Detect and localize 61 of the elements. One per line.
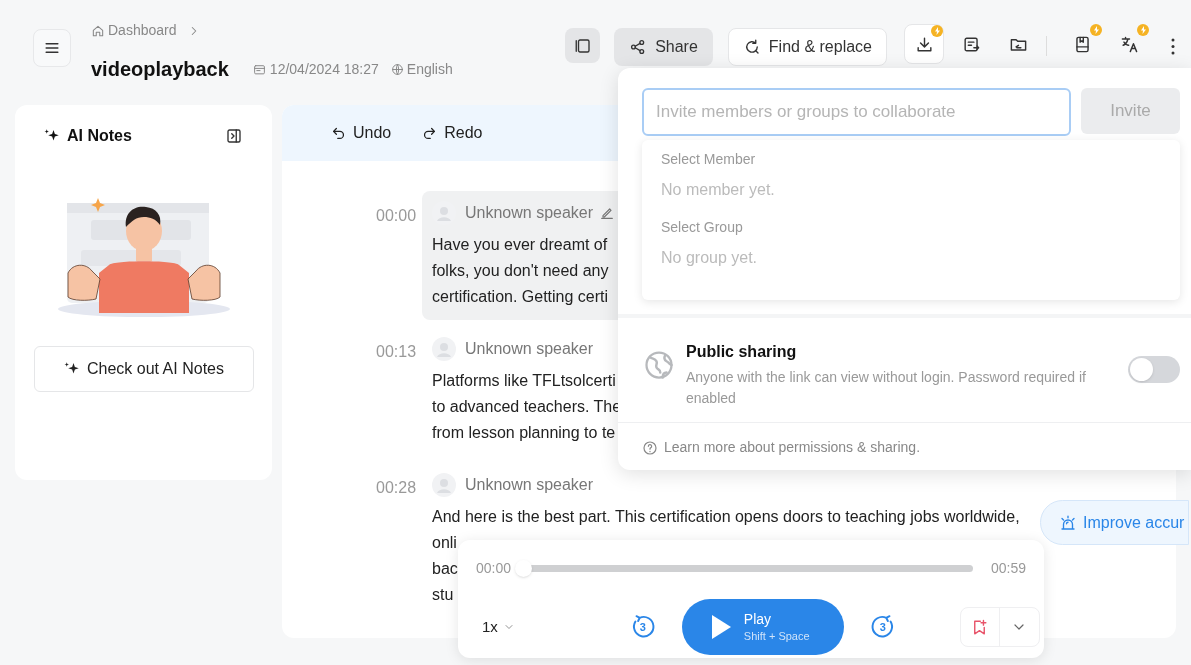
section-heading: Select Member (660, 150, 757, 169)
download-button[interactable] (904, 24, 944, 64)
more-icon (1171, 37, 1175, 55)
progress-thumb[interactable] (515, 560, 533, 577)
home-icon (91, 23, 105, 38)
panel-icon (573, 36, 592, 55)
panel-toggle-button[interactable] (565, 28, 601, 63)
improve-accuracy-button[interactable]: Improve accur (1040, 500, 1190, 545)
date-text: 12/04/2024 18:27 (269, 59, 379, 79)
menu-button[interactable] (33, 29, 71, 67)
current-time: 00:00 (476, 559, 512, 578)
transcript-line: bac (432, 559, 458, 579)
play-button[interactable]: Play Shift + Space (681, 599, 844, 655)
collapse-panel-icon (225, 127, 243, 145)
download-icon (914, 34, 934, 54)
speed-dropdown[interactable]: 1x (482, 615, 515, 639)
total-time: 00:59 (990, 559, 1026, 578)
rewind-button[interactable]: 3 (629, 614, 656, 640)
transcript-line: onli (432, 533, 457, 553)
avatar-icon (432, 337, 456, 361)
transcript-line: from lesson planning to te (432, 423, 616, 443)
play-icon (709, 614, 732, 640)
breadcrumb-link[interactable]: Dashboard (91, 20, 177, 41)
help-link[interactable]: Learn more about permissions & sharing. (642, 437, 921, 458)
help-icon (642, 439, 658, 456)
description-text: Anyone with the link can view without login. Password required if enabled (686, 368, 1087, 408)
transcript-line: And here is the best part. This certification opens doors to teaching jobs worldwide, (432, 507, 1020, 527)
find-replace-button[interactable]: Find & replace (727, 28, 887, 66)
translate-icon (1119, 34, 1139, 54)
calendar-icon (252, 62, 266, 76)
language-text: English (406, 59, 453, 79)
timestamp: 00:28 (376, 478, 418, 498)
section-title: Public sharing (686, 342, 798, 362)
transcript-line: certification. Getting certi (432, 287, 609, 307)
timestamp: 00:00 (376, 206, 418, 226)
alarm-icon (1059, 513, 1077, 532)
transcript-line: Platforms like TFLtsolcerti (432, 371, 616, 391)
speaker-name[interactable]: Unknown speaker (465, 337, 594, 361)
panel-title: AI Notes (67, 126, 132, 146)
pencil-icon (599, 205, 616, 221)
avatar-icon (432, 473, 456, 497)
speaker-name[interactable]: Unknown speaker (465, 473, 594, 497)
globe-icon (644, 350, 674, 380)
check-out-ai-notes-button[interactable]: Check out AI Notes (33, 346, 254, 392)
collapse-panel-button[interactable] (224, 126, 244, 146)
transcript-line: folks, you don't need any (432, 261, 609, 281)
transcript-export-icon (961, 34, 981, 54)
timestamp: 00:13 (376, 342, 418, 362)
forward-button[interactable]: 3 (869, 614, 896, 640)
public-sharing-toggle[interactable] (1128, 356, 1180, 383)
transcript-line: stu (432, 585, 454, 605)
undo-button[interactable]: Undo (330, 121, 392, 145)
globe-icon (390, 62, 404, 76)
play-label: Play (743, 610, 772, 628)
speaker-name[interactable]: Unknown speaker (465, 201, 594, 225)
transcript-line: Have you ever dreamt of (432, 235, 608, 255)
shortcut-hint: Shift + Space (743, 628, 810, 644)
invite-field[interactable]: Invite members or groups to collaborate (642, 88, 1071, 136)
share-button[interactable]: Share (614, 28, 713, 66)
document-title: videoplayback (91, 57, 229, 82)
redo-button[interactable]: Redo (421, 121, 483, 145)
